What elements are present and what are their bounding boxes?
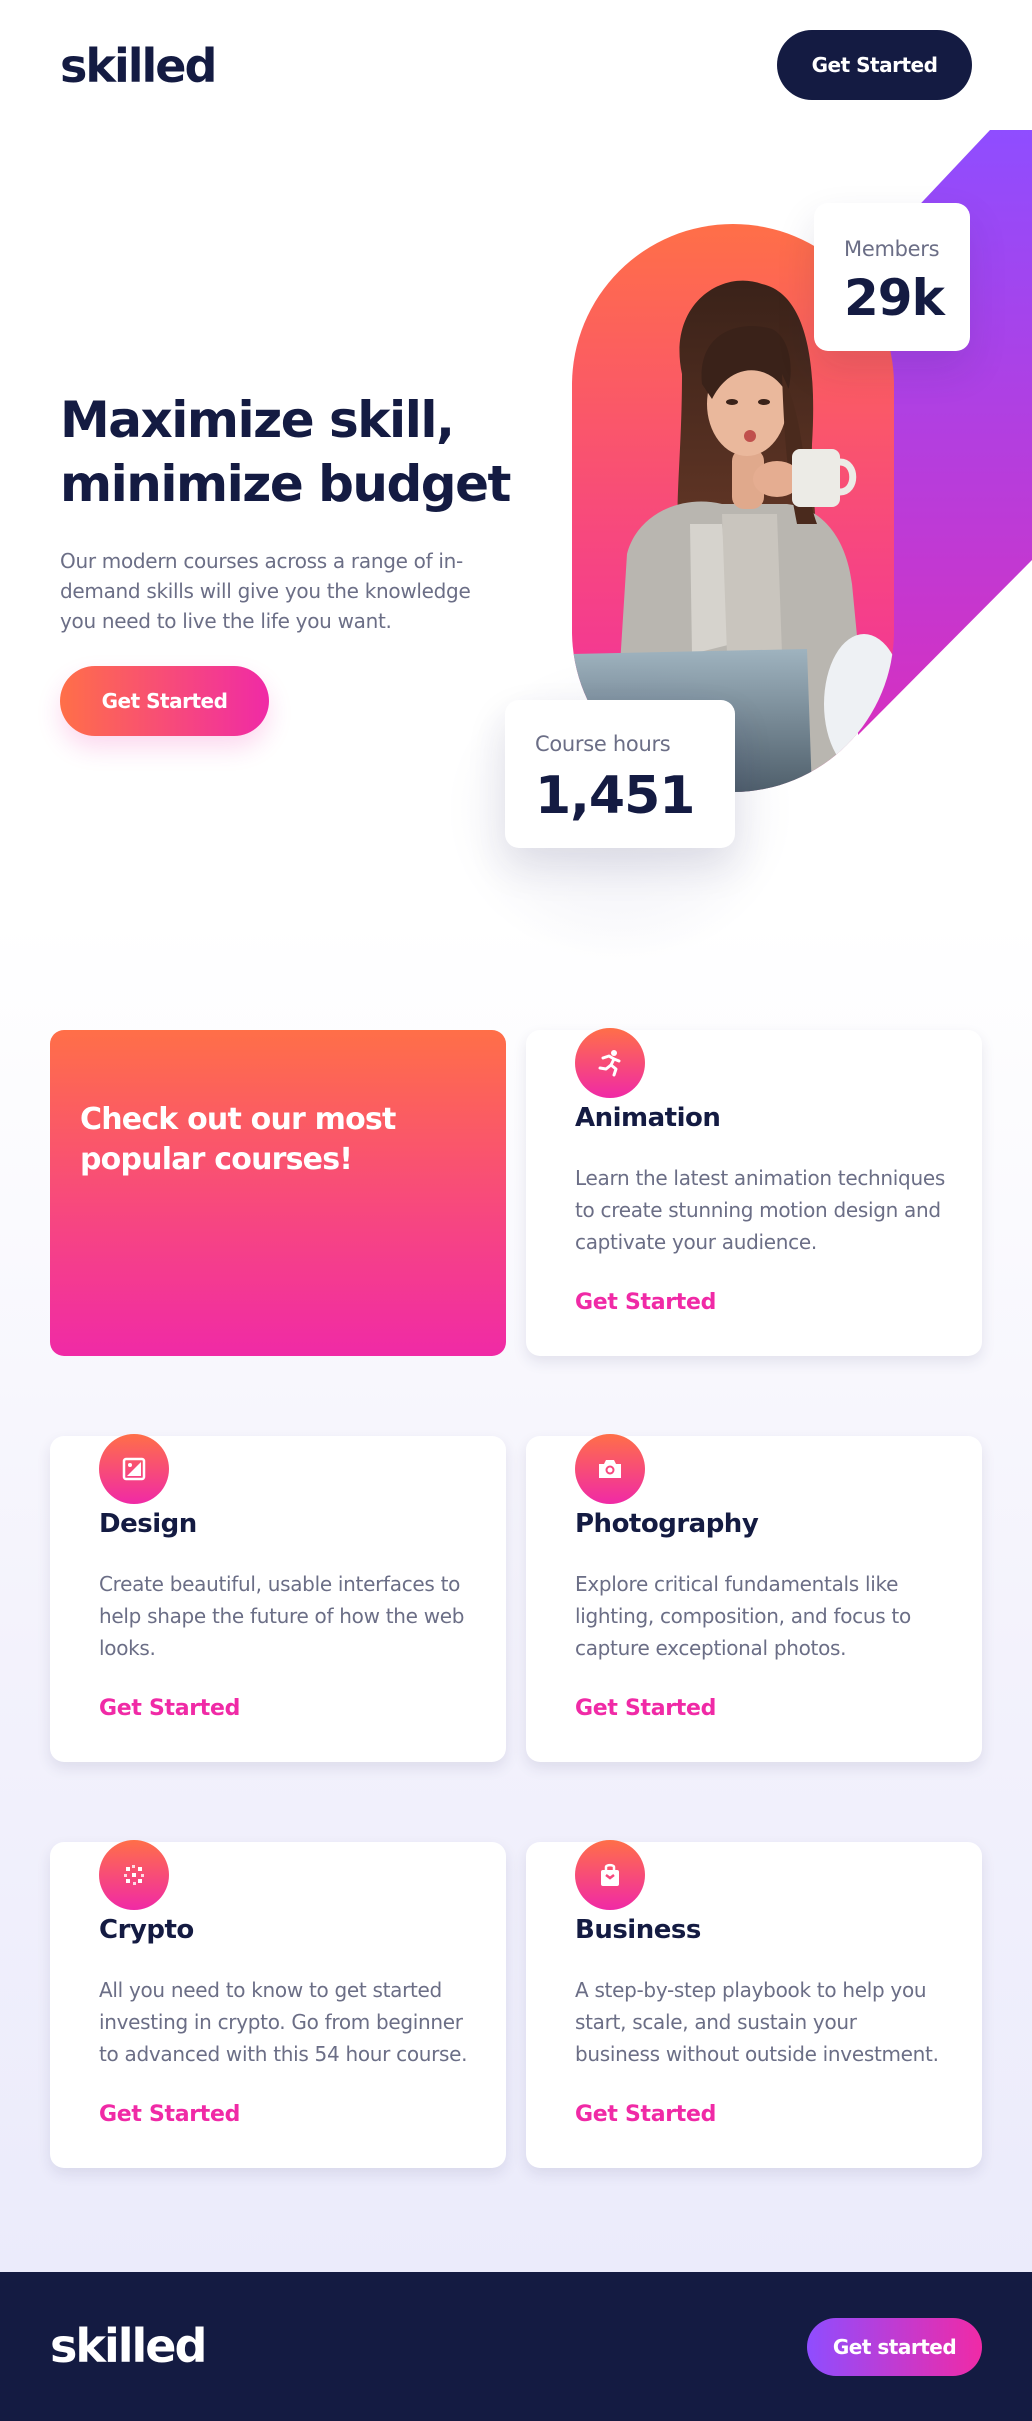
course-title: Design (99, 1509, 197, 1539)
course-get-started-link[interactable]: Get Started (575, 1290, 716, 1315)
footer-logo[interactable]: skilled (50, 2316, 207, 2376)
course-card-business: Business A step-by-step playbook to help… (526, 1840, 982, 2168)
course-card-design: Design Create beautiful, usable interfac… (50, 1434, 506, 1762)
course-description: Explore critical fundamentals like light… (575, 1572, 911, 1660)
course-get-started-link[interactable]: Get Started (575, 1696, 716, 1721)
course-get-started-link[interactable]: Get Started (99, 1696, 240, 1721)
course-card-photography: Photography Explore critical fundamental… (526, 1434, 982, 1762)
course-title: Business (575, 1915, 701, 1945)
members-stat-card: Members 29k (814, 203, 970, 351)
popular-courses-promo: Check out our most popular courses! (50, 1030, 506, 1356)
animation-icon (575, 1028, 645, 1098)
course-description: All you need to know to get started inve… (99, 1978, 468, 2066)
hero-description: Our modern courses across a range of in-… (60, 549, 471, 633)
course-title: Crypto (99, 1915, 194, 1945)
course-card-animation: Animation Learn the latest animation tec… (526, 1028, 982, 1356)
camera-icon (575, 1434, 645, 1504)
course-title: Photography (575, 1509, 759, 1539)
footer: skilled Get started (0, 2272, 1032, 2421)
promo-title: Check out our most popular courses! (80, 1102, 396, 1177)
course-card-crypto: Crypto All you need to know to get start… (50, 1840, 506, 2168)
members-value: 29k (844, 269, 945, 327)
course-get-started-link[interactable]: Get Started (99, 2102, 240, 2127)
hero-get-started-button[interactable]: Get Started (60, 666, 269, 736)
hero-title: Maximize skill, minimize budget (60, 391, 511, 513)
course-hours-label: Course hours (535, 732, 671, 756)
course-hours-stat-card: Course hours 1,451 (505, 700, 735, 848)
business-icon (575, 1840, 645, 1910)
course-description: Learn the latest animation techniques to… (575, 1166, 945, 1254)
members-label: Members (844, 237, 940, 261)
course-title: Animation (575, 1103, 721, 1133)
course-hours-value: 1,451 (535, 766, 695, 826)
crypto-icon (99, 1840, 169, 1910)
design-icon (99, 1434, 169, 1504)
course-description: A step-by-step playbook to help you star… (575, 1978, 939, 2066)
footer-get-started-button[interactable]: Get started (807, 2318, 982, 2376)
course-get-started-link[interactable]: Get Started (575, 2102, 716, 2127)
course-description: Create beautiful, usable interfaces to h… (99, 1572, 465, 1660)
